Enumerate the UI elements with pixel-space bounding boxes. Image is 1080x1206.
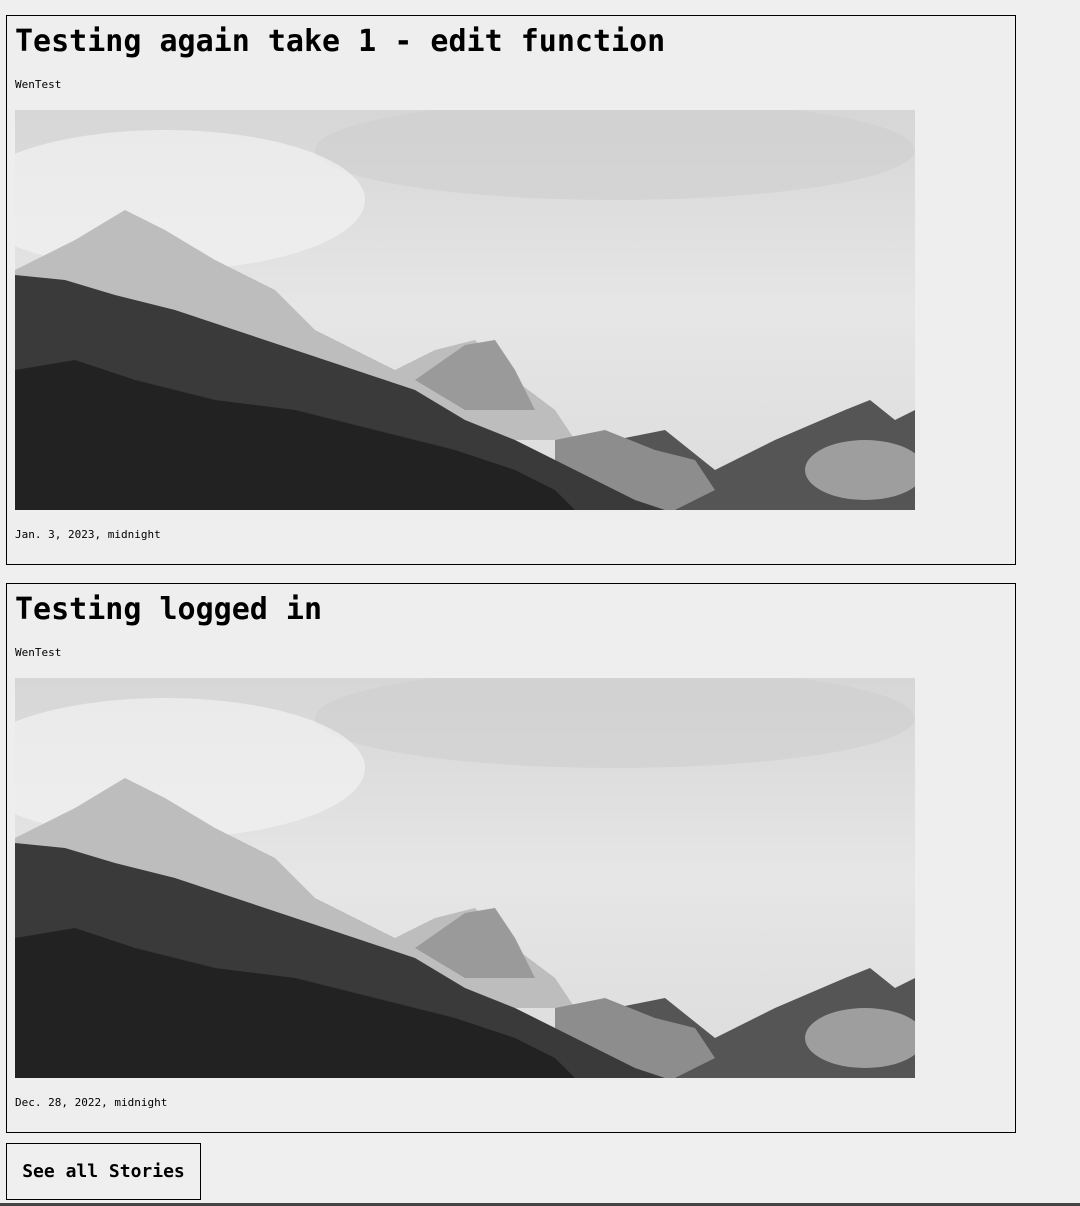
see-all-stories-button[interactable]: See all Stories (6, 1143, 201, 1200)
story-image (15, 110, 915, 510)
story-card: Testing again take 1 - edit function Wen… (6, 15, 1016, 565)
story-title[interactable]: Testing again take 1 - edit function (15, 24, 665, 60)
story-author: WenTest (15, 78, 62, 91)
story-image (15, 678, 915, 1078)
stories-page: Testing again take 1 - edit function Wen… (0, 0, 1080, 1206)
story-card: Testing logged in WenTest Dec. 28, 2022,… (6, 583, 1016, 1133)
story-author: WenTest (15, 646, 62, 659)
story-date: Dec. 28, 2022, midnight (15, 1096, 168, 1109)
story-title[interactable]: Testing logged in (15, 592, 322, 628)
story-date: Jan. 3, 2023, midnight (15, 528, 161, 541)
